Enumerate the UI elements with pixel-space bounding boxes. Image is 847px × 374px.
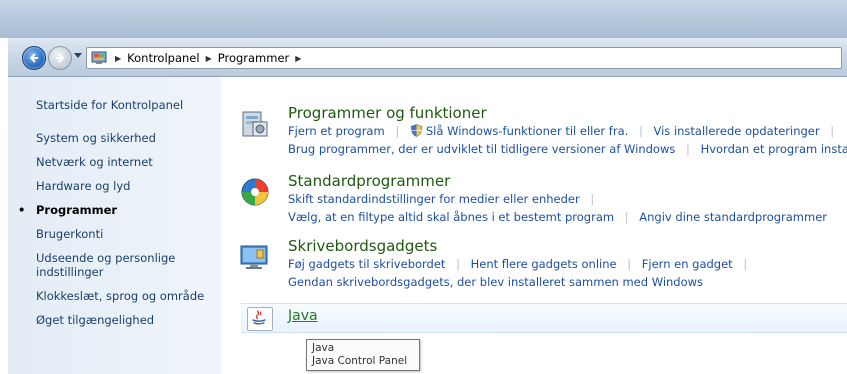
category-title-link[interactable]: Programmer og funktioner [288,104,487,122]
java-tooltip: Java Java Control Panel [306,339,420,371]
autoplay-settings-link[interactable]: Skift standardindstillinger for medier e… [288,192,580,206]
remove-gadget-link[interactable]: Fjern en gadget [642,257,733,271]
get-more-gadgets-link[interactable]: Hent flere gadgets online [471,257,617,271]
sidebar-item-label: Udseende og personlige indstillinger [36,251,176,279]
sidebar-item-network[interactable]: Netværk og internet [8,155,216,169]
category-links-row: Gendan skrivebordsgadgets, der blev inst… [288,275,703,289]
uninstall-program-link[interactable]: Fjern et program [288,124,385,138]
crumb-programmer[interactable]: Programmer [218,51,290,65]
sidebar-item-label: Hardware og lyd [36,179,131,193]
category-links-row: Skift standardindstillinger for medier e… [288,192,601,206]
link-separator: | [624,210,629,224]
arrow-left-icon [29,53,38,63]
link-separator: | [686,142,690,156]
sidebar-item-programs[interactable]: • Programmer [8,203,216,217]
back-button[interactable] [22,46,46,70]
restore-gadgets-link[interactable]: Gendan skrivebordsgadgets, der blev inst… [288,275,703,289]
category-links-row: Brug programmer, der er udviklet til tid… [288,142,847,156]
link-separator: | [627,257,632,271]
windows-features-link[interactable]: Slå Windows-funktioner til eller fra. [426,124,628,138]
navigation-bar: ▶ Kontrolpanel ▶ Programmer ▶ [8,38,847,77]
tooltip-description: Java Control Panel [312,355,408,367]
sidebar-item-label: Brugerkonti [36,227,104,241]
uac-shield-icon [410,124,423,137]
link-separator: | [743,257,748,271]
sidebar-item-user-accounts[interactable]: Brugerkonti [8,227,216,241]
main-content: Programmer og funktioner Fjern et progra… [221,77,847,374]
sidebar-item-clock-language[interactable]: Klokkeslæt, sprog og område [8,289,216,303]
sidebar-list: System og sikkerhed Netværk og internet … [8,131,221,337]
category-links-row: Føj gadgets til skrivebordet | Hent fler… [288,257,754,271]
window-titlebar [0,0,847,38]
link-separator: | [395,124,400,138]
sidebar-item-hardware-sound[interactable]: Hardware og lyd [8,179,216,193]
crumb-separator-icon[interactable]: ▶ [115,54,121,63]
recent-pages-dropdown[interactable] [74,53,82,58]
sidebar-item-accessibility[interactable]: Øget tilgængelighed [8,313,216,327]
link-separator: | [590,192,595,206]
sidebar-item-label: System og sikkerhed [36,131,156,145]
add-gadgets-link[interactable]: Føj gadgets til skrivebordet [288,257,445,271]
programs-features-icon [242,111,268,137]
arrow-right-icon [56,53,65,63]
sidebar-item-label: Øget tilgængelighed [36,313,155,327]
control-panel-icon [91,51,107,64]
category-title-link[interactable]: Skrivebordsgadgets [288,237,437,255]
file-type-association-link[interactable]: Vælg, at en filtype altid skal åbnes i e… [288,210,614,224]
sidebar-item-label: Netværk og internet [36,155,153,169]
category-links-row: Vælg, at en filtype altid skal åbnes i e… [288,210,827,224]
crumb-kontrolpanel[interactable]: Kontrolpanel [127,51,199,65]
sidebar-item-system-security[interactable]: System og sikkerhed [8,131,216,145]
java-link[interactable]: Java [288,308,318,324]
link-separator: | [830,124,835,138]
desktop-gadgets-icon [240,245,268,269]
sidebar-home-link[interactable]: Startside for Kontrolpanel [36,98,183,112]
category-programs-features: Programmer og funktioner Fjern et progra… [239,104,847,164]
category-links-row: Fjern et program | Slå Windows-funktione… [288,124,841,138]
installed-updates-link[interactable]: Vis installerede opdateringer [653,124,819,138]
link-separator: | [456,257,460,271]
compatibility-link[interactable]: Brug programmer, der er udviklet til tid… [288,142,675,156]
category-java[interactable]: Java [241,303,847,333]
java-icon [247,307,273,331]
how-to-install-link[interactable]: Hvordan et program installeres [701,142,847,156]
sidebar-item-label: Programmer [36,203,118,217]
sidebar-item-label: Klokkeslæt, sprog og område [36,289,205,303]
set-default-programs-link[interactable]: Angiv dine standardprogrammer [639,210,827,224]
address-bar[interactable]: ▶ Kontrolpanel ▶ Programmer ▶ [86,47,842,69]
crumb-separator-icon[interactable]: ▶ [206,54,212,63]
default-programs-icon [241,178,269,206]
sidebar: Startside for Kontrolpanel System og sik… [8,77,221,374]
current-bullet-icon: • [18,203,26,217]
tooltip-title: Java [312,342,335,354]
category-desktop-gadgets: Skrivebordsgadgets Føj gadgets til skriv… [239,237,847,297]
crumb-separator-icon[interactable]: ▶ [295,54,301,63]
link-separator: | [638,124,643,138]
forward-button[interactable] [48,46,72,70]
category-default-programs: Standardprogrammer Skift standardindstil… [239,172,847,232]
sidebar-item-appearance[interactable]: Udseende og personlige indstillinger [8,251,216,279]
category-title-link[interactable]: Standardprogrammer [288,172,450,190]
